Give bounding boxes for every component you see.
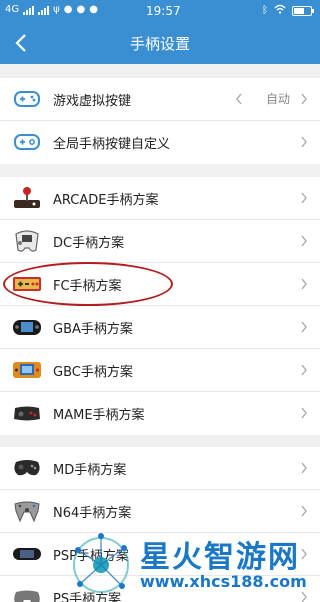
gba-icon [12,315,42,339]
scheme-md[interactable]: MD手柄方案 [0,447,320,490]
ps-controller-icon [12,585,42,602]
network-type: 4G [5,4,20,15]
mame-controller-icon [12,401,42,425]
psp-icon [12,542,42,566]
watermark-url: www.xhcs188.com [140,572,307,591]
gamepad-settings-icon [12,130,42,154]
chevron-left-icon[interactable] [234,92,244,106]
signal-icon [23,5,35,15]
signal-icon-2 [38,5,50,15]
scheme-mame[interactable]: MAME手柄方案 [0,392,320,435]
chevron-right-icon [301,364,307,376]
scheme-label: MD手柄方案 [53,463,127,478]
wifi-icon [274,4,286,17]
chevron-right-icon [301,321,307,333]
arcade-stick-icon [12,186,42,210]
status-left: 4G ψ ● ● ● [5,4,98,15]
scheme-label: FC手柄方案 [53,279,122,294]
scheme-arcade[interactable]: ARCADE手柄方案 [0,177,320,220]
n64-controller-icon [12,499,42,523]
dreamcast-controller-icon [12,229,42,253]
gamepad-outline-icon [12,87,42,111]
watermark-title: 星火智游网 [140,540,300,575]
setting-value: 自动 [265,92,290,106]
watermark: 星火智游网 www.xhcs188.com [62,528,320,602]
watermark-logo [73,533,129,593]
chevron-right-icon [301,407,307,419]
gbc-icon [12,358,42,382]
setting-label: 游戏虚拟按键 [53,94,132,109]
scheme-label: GBC手柄方案 [53,365,133,380]
bluetooth-icon: ᛒ [262,5,268,16]
message-icon: ● [76,4,86,15]
settings-group-controllers-1: ARCADE手柄方案 DC手柄方案 FC手柄方案 GBA手柄方案 GBC手柄方案 [0,177,320,435]
scheme-label: ARCADE手柄方案 [53,193,159,208]
status-right: ᛒ [262,4,314,17]
setting-virtual-keys[interactable]: 游戏虚拟按键 自动 [0,78,320,121]
scheme-label: GBA手柄方案 [53,322,133,337]
chevron-right-icon [301,136,307,148]
chevron-right-icon [301,505,307,517]
battery-icon [292,5,314,16]
page-title: 手柄设置 [129,35,190,53]
setting-global-keymap[interactable]: 全局手柄按键自定义 [0,121,320,164]
famicom-controller-icon [12,272,42,296]
scheme-label: DC手柄方案 [53,236,125,251]
chat-icon: ● [89,4,98,15]
chevron-right-icon [301,192,307,204]
usb-icon: ψ [53,4,60,15]
scheme-fc[interactable]: FC手柄方案 [0,263,320,306]
app-header: 手柄设置 [0,22,320,64]
setting-label: 全局手柄按键自定义 [53,137,171,152]
status-time: 19:57 [146,4,181,18]
chevron-right-icon [301,462,307,474]
md-controller-icon [12,456,42,480]
scheme-label: N64手柄方案 [53,506,132,521]
status-bar: 4G ψ ● ● ● 19:57 ᛒ [0,0,320,22]
notification-icon: ● [63,4,73,15]
scheme-label: MAME手柄方案 [53,408,145,423]
scheme-dc[interactable]: DC手柄方案 [0,220,320,263]
chevron-right-icon [301,278,307,290]
scheme-gba[interactable]: GBA手柄方案 [0,306,320,349]
chevron-right-icon [301,235,307,247]
scheme-n64[interactable]: N64手柄方案 [0,490,320,533]
settings-group-general: 游戏虚拟按键 自动 全局手柄按键自定义 [0,78,320,164]
scheme-gbc[interactable]: GBC手柄方案 [0,349,320,392]
chevron-right-icon[interactable] [299,92,309,106]
